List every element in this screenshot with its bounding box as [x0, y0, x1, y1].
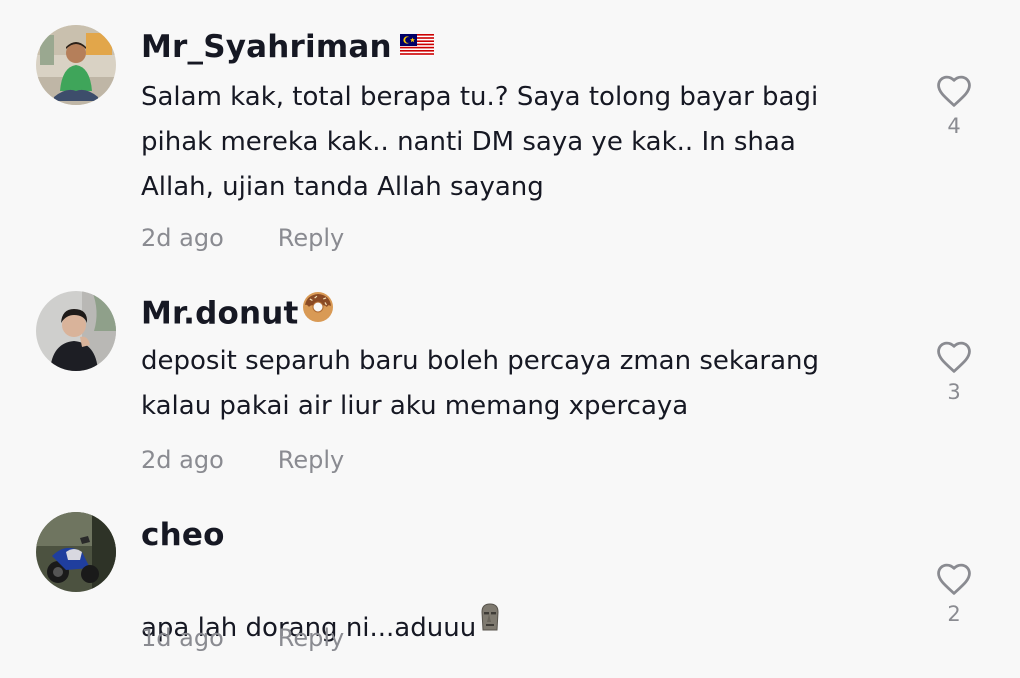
donut-icon	[301, 290, 335, 334]
comment-item: Mr.donut deposit separuh baru boleh perc…	[0, 270, 1020, 490]
moai-icon	[478, 602, 502, 647]
reply-button[interactable]: Reply	[278, 446, 344, 474]
comment-username[interactable]: Mr.donut	[141, 290, 335, 337]
comment-time: 2d ago	[141, 224, 224, 252]
comment-meta: 2d ago Reply	[141, 444, 344, 476]
comment-meta: 1d ago Reply	[141, 622, 344, 654]
comment-item: cheo apa lah dorang ni...aduuu 1d ago Rep…	[0, 490, 1020, 678]
heart-icon[interactable]	[935, 74, 973, 108]
reply-button[interactable]: Reply	[278, 224, 344, 252]
comment-username[interactable]: cheo	[141, 515, 225, 555]
like-count: 3	[947, 380, 961, 404]
like-control[interactable]: 3	[934, 340, 974, 404]
motorcycle-avatar-icon	[36, 512, 116, 592]
avatar[interactable]	[36, 291, 116, 371]
comment-meta: 2d ago Reply	[141, 222, 344, 254]
comment-item: Mr_Syahriman Salam kak, total berapa tu.…	[0, 0, 1020, 270]
reply-button[interactable]: Reply	[278, 624, 344, 652]
like-control[interactable]: 4	[934, 74, 974, 138]
username-text[interactable]: Mr.donut	[141, 296, 299, 332]
man-green-shirt-avatar-icon	[36, 25, 116, 105]
man-dark-shirt-avatar-icon	[36, 291, 116, 371]
like-control[interactable]: 2	[934, 562, 974, 626]
comment-time: 2d ago	[141, 446, 224, 474]
heart-icon[interactable]	[935, 562, 973, 596]
avatar[interactable]	[36, 512, 116, 592]
avatar[interactable]	[36, 25, 116, 105]
comment-username[interactable]: Mr_Syahriman	[141, 27, 434, 69]
malaysia-flag-icon	[399, 26, 434, 66]
heart-icon[interactable]	[935, 340, 973, 374]
comment-time: 1d ago	[141, 624, 224, 652]
like-count: 2	[947, 602, 961, 626]
like-count: 4	[947, 114, 961, 138]
username-text[interactable]: Mr_Syahriman	[141, 29, 392, 65]
comment-text: Salam kak, total berapa tu.? Saya tolong…	[141, 82, 819, 202]
username-text[interactable]: cheo	[141, 517, 225, 553]
comment-text: deposit separuh baru boleh percaya zman …	[141, 346, 820, 421]
